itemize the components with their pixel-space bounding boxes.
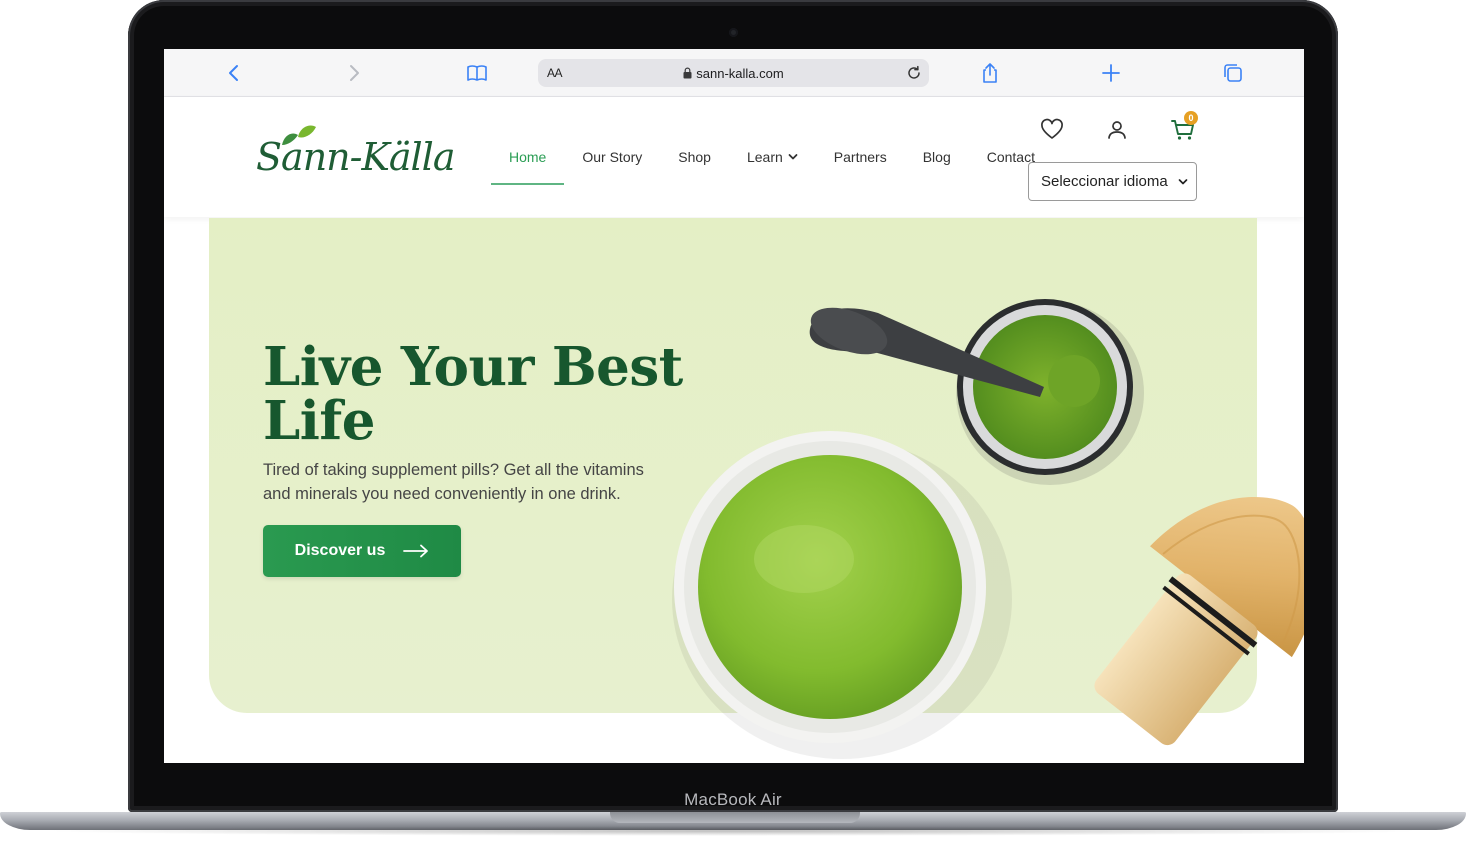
back-icon[interactable] [222,61,246,85]
cart-icon[interactable]: 0 [1170,111,1198,143]
discover-us-button[interactable]: Discover us [263,525,461,577]
url-display: sann-kalla.com [538,66,929,81]
nav-shop[interactable]: Shop [660,97,729,217]
camera [729,28,738,37]
matcha-product-image [672,299,1304,759]
discover-us-label: Discover us [294,542,386,559]
logo-text: Sann-Källa [256,135,455,179]
reload-icon[interactable] [905,64,923,82]
hero-title: Live Your Best Life [263,336,683,452]
language-select-value: Seleccionar idioma [1041,173,1168,190]
bookmarks-icon[interactable] [465,61,489,85]
hero-subtitle: Tired of taking supplement pills? Get al… [263,461,644,503]
main-nav: Home Our Story Shop Learn Partners Blog … [491,97,1053,217]
new-tab-icon[interactable] [1099,61,1123,85]
lock-icon [683,67,692,79]
url-text: sann-kalla.com [696,66,784,81]
cart-count-badge: 0 [1184,111,1198,125]
site-logo[interactable]: Sann-Källa [256,125,456,187]
share-icon[interactable] [978,61,1002,85]
language-select[interactable]: Seleccionar idioma [1028,162,1197,201]
nav-learn[interactable]: Learn [729,97,816,217]
nav-our-story[interactable]: Our Story [564,97,660,217]
user-icon[interactable] [1104,117,1130,143]
arrow-right-icon [403,544,429,558]
laptop-notch [610,812,860,823]
forward-icon[interactable] [342,61,366,85]
heart-icon[interactable] [1039,117,1065,143]
nav-home[interactable]: Home [491,97,565,217]
address-bar[interactable]: AA sann-kalla.com [538,59,929,87]
tabs-icon[interactable] [1221,61,1245,85]
chevron-down-icon [788,154,798,160]
laptop-shadow [40,826,1426,836]
browser-toolbar: AA sann-kalla.com [164,49,1304,97]
nav-partners[interactable]: Partners [816,97,905,217]
chevron-down-icon [1178,179,1188,185]
device-label: MacBook Air [684,790,782,809]
nav-blog[interactable]: Blog [905,97,969,217]
screen: AA sann-kalla.com Sann-Källa Home Our St… [164,49,1304,763]
